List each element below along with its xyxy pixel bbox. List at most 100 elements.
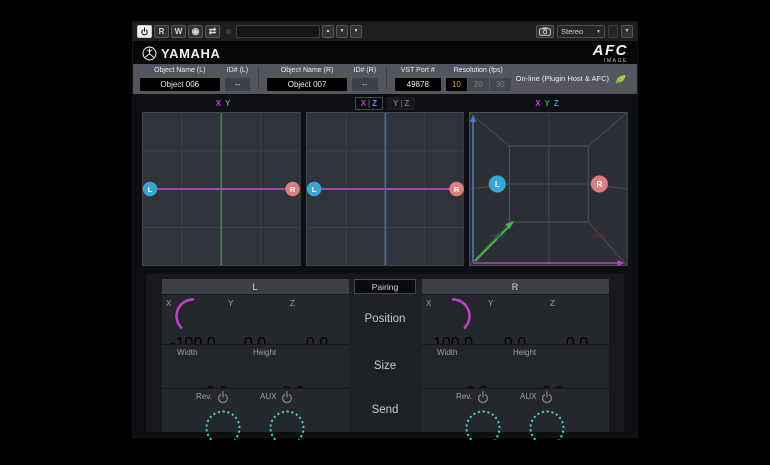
marker-l[interactable]: L xyxy=(306,182,321,196)
knob-label: Height xyxy=(253,348,276,357)
resolution-field: Resolution (fps) 10 20 30 xyxy=(446,66,511,91)
aux-send-value[interactable]: -96.0 xyxy=(275,447,311,465)
knob-label: Height xyxy=(513,348,536,357)
knob-label: X xyxy=(166,299,171,308)
product-name: AFC xyxy=(593,43,628,58)
preset-menu-button[interactable]: ▼ xyxy=(350,25,362,38)
toolbar-spacer-box xyxy=(608,25,618,38)
marker-r[interactable]: R xyxy=(591,176,608,193)
knob-label: AUX xyxy=(520,392,536,401)
vst-port-field: VST Port # 49878 xyxy=(395,66,441,91)
section-label-size: Size xyxy=(349,344,422,388)
preset-prev-button[interactable]: ▲ xyxy=(322,25,334,38)
rev-power-button[interactable] xyxy=(476,390,490,409)
id-l-value[interactable]: -- xyxy=(225,78,251,91)
marker-l[interactable]: L xyxy=(489,176,506,193)
output-menu-icon: ▼ xyxy=(625,29,630,34)
view-panels: L R L R xyxy=(133,112,637,266)
copy-ab-icon: ⇄ xyxy=(209,27,217,36)
marker-r[interactable]: R xyxy=(449,182,464,196)
output-menu-button[interactable]: ▼ xyxy=(621,25,633,38)
aux-power-button[interactable] xyxy=(280,390,294,409)
right-object-block: R X 100.0 Y 0.0 xyxy=(422,279,609,432)
read-label: R xyxy=(159,28,165,36)
yamaha-tuning-fork-icon xyxy=(142,46,157,61)
xyz-view-panel[interactable]: L R xyxy=(469,112,628,266)
svg-text:R: R xyxy=(597,180,603,189)
preset-prev-icon: ▲ xyxy=(326,29,331,34)
online-leaf-icon xyxy=(614,73,627,85)
id-l-field: ID# (L) -- xyxy=(225,66,251,91)
product-subname: IMAGE xyxy=(593,59,628,64)
width-knob[interactable] xyxy=(203,351,231,379)
power-icon xyxy=(280,390,294,404)
id-r-value[interactable]: -- xyxy=(352,78,378,91)
preset-name-input[interactable] xyxy=(236,25,320,38)
chevron-down-icon: ▼ xyxy=(596,29,601,35)
y-position-knob[interactable] xyxy=(241,302,269,330)
left-block-header: L xyxy=(162,279,349,294)
write-automation-button[interactable]: W xyxy=(171,25,186,38)
preset-next-icon: ▼ xyxy=(340,29,345,34)
section-label-send: Send xyxy=(349,388,422,432)
bypass-button[interactable] xyxy=(137,25,152,38)
resolution-option-20[interactable]: 20 xyxy=(468,78,489,91)
rev-send-value[interactable]: -96.0 xyxy=(471,447,507,465)
online-status-text: On-line (Plugin Host & AFC) xyxy=(516,74,609,83)
rev-power-button[interactable] xyxy=(216,390,230,409)
right-block-header: R xyxy=(422,279,609,294)
resolution-option-30[interactable]: 30 xyxy=(490,78,511,91)
marker-r[interactable]: R xyxy=(285,182,300,196)
axis-x-label: X xyxy=(535,99,540,108)
x-position-knob[interactable] xyxy=(439,302,467,330)
rev-send-knob[interactable] xyxy=(209,414,237,442)
knob-label: Rev. xyxy=(196,392,212,401)
y-position-knob[interactable] xyxy=(501,302,529,330)
resolution-option-10[interactable]: 10 xyxy=(446,78,467,91)
resolution-label: Resolution (fps) xyxy=(454,66,503,76)
channel-config-select[interactable]: Stereo ▼ xyxy=(557,25,605,38)
plane-tabs: X|Z Y|Z xyxy=(304,94,466,112)
vst-port-value[interactable]: 49878 xyxy=(395,78,441,91)
z-position-knob[interactable] xyxy=(563,302,591,330)
rev-send-value[interactable]: -96.0 xyxy=(211,447,247,465)
tab-xz-view[interactable]: X|Z xyxy=(355,97,383,110)
xy-view-panel[interactable]: L R xyxy=(142,112,301,266)
aux-send-knob[interactable] xyxy=(273,414,301,442)
rev-send-knob[interactable] xyxy=(469,414,497,442)
online-status: On-line (Plugin Host & AFC) xyxy=(516,73,630,85)
height-knob[interactable] xyxy=(539,351,567,379)
object-name-l-label: Object Name (L) xyxy=(154,66,205,76)
xz-view-panel[interactable]: L R xyxy=(306,112,465,266)
aux-send-value[interactable]: -96.0 xyxy=(535,447,571,465)
preset-next-button[interactable]: ▼ xyxy=(336,25,348,38)
marker-l-floor-shadow xyxy=(491,233,505,238)
aux-power-button[interactable] xyxy=(540,390,554,409)
width-knob[interactable] xyxy=(463,351,491,379)
object-name-r-value[interactable]: Object 007 xyxy=(267,78,347,91)
aux-send-knob[interactable] xyxy=(533,414,561,442)
x-position-knob[interactable] xyxy=(179,302,207,330)
knob-label: Z xyxy=(290,299,295,308)
power-icon xyxy=(216,390,230,404)
knob-r-aux: AUX -96.0 xyxy=(521,390,573,465)
marker-r-floor-shadow xyxy=(593,233,607,238)
section-labels-column: Pairing Position Size Send xyxy=(349,279,422,432)
snapshot-button[interactable] xyxy=(536,25,554,38)
z-position-knob[interactable] xyxy=(303,302,331,330)
compare-button[interactable]: ◉ xyxy=(188,25,203,38)
marker-l[interactable]: L xyxy=(143,182,158,196)
object-name-l-value[interactable]: Object 006 xyxy=(140,78,220,91)
vst-port-label: VST Port # xyxy=(401,66,435,76)
toolbar-led xyxy=(226,29,231,34)
compare-icon: ◉ xyxy=(192,27,200,36)
pairing-button[interactable]: Pairing xyxy=(354,279,416,294)
xy-view-label: X Y xyxy=(142,94,304,112)
height-knob[interactable] xyxy=(279,351,307,379)
tab-yz-view[interactable]: Y|Z xyxy=(387,97,415,110)
copy-ab-button[interactable]: ⇄ xyxy=(205,25,220,38)
id-r-label: ID# (R) xyxy=(354,66,377,76)
read-automation-button[interactable]: R xyxy=(154,25,169,38)
power-icon xyxy=(540,390,554,404)
axis-y-label: Y xyxy=(545,99,550,108)
